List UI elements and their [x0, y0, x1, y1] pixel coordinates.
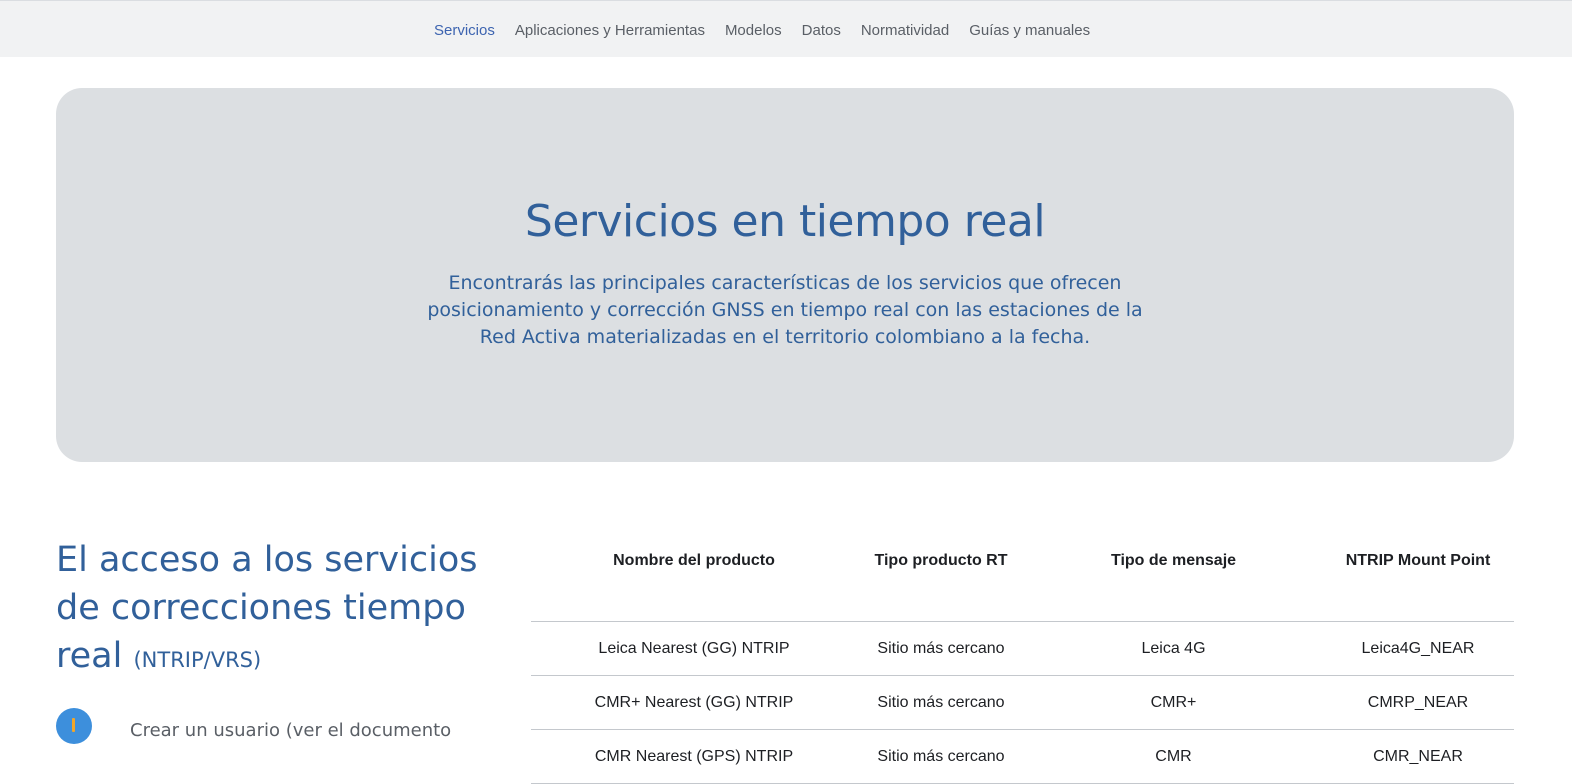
access-heading-suffix: (NTRIP/VRS) [133, 648, 262, 672]
nav-item-normatividad[interactable]: Normatividad [861, 21, 949, 41]
cell-product-name: CMR+ Nearest (GG) NTRIP [531, 675, 857, 730]
cell-rt-type: Sitio más cercano [857, 675, 1025, 730]
step-number-icon [56, 708, 92, 744]
products-table: Nombre del producto Tipo producto RT Tip… [531, 520, 1514, 784]
cell-rt-type: Sitio más cercano [857, 729, 1025, 784]
access-heading-text: El acceso a los servicios de correccione… [56, 540, 478, 676]
cell-product-name: CMR Nearest (GPS) NTRIP [531, 729, 857, 784]
cell-mount-point: Leica4G_NEAR [1322, 621, 1514, 676]
nav-item-guias[interactable]: Guías y manuales [969, 21, 1090, 41]
cell-mount-point: CMR_NEAR [1322, 729, 1514, 784]
table-row: CMR+ Nearest (GG) NTRIP Sitio más cercan… [531, 675, 1514, 730]
hero-description: Encontrarás las principales característi… [427, 272, 1143, 348]
hero-title: Servicios en tiempo real [524, 196, 1046, 247]
header-mount-point: NTRIP Mount Point [1322, 520, 1514, 622]
access-section: El acceso a los servicios de correccione… [56, 536, 486, 744]
cell-message-type: CMR+ [1025, 675, 1322, 730]
header-rt-type: Tipo producto RT [857, 520, 1025, 622]
hero-banner: Servicios en tiempo real Encontrarás las… [56, 88, 1514, 462]
table-header-row: Nombre del producto Tipo producto RT Tip… [531, 520, 1514, 622]
nav-item-modelos[interactable]: Modelos [725, 21, 782, 41]
header-product-name: Nombre del producto [531, 520, 857, 622]
step-text: Crear un usuario (ver el documento [130, 720, 452, 741]
cell-message-type: Leica 4G [1025, 621, 1322, 676]
cell-message-type: CMR [1025, 729, 1322, 784]
nav-item-datos[interactable]: Datos [802, 21, 841, 41]
top-navigation: Servicios Aplicaciones y Herramientas Mo… [0, 0, 1572, 57]
cell-product-name: Leica Nearest (GG) NTRIP [531, 621, 857, 676]
access-heading: El acceso a los servicios de correccione… [56, 536, 486, 684]
cell-rt-type: Sitio más cercano [857, 621, 1025, 676]
nav-item-servicios[interactable]: Servicios [434, 21, 495, 41]
cell-mount-point: CMRP_NEAR [1322, 675, 1514, 730]
nav-item-aplicaciones[interactable]: Aplicaciones y Herramientas [515, 21, 705, 41]
header-message-type: Tipo de mensaje [1025, 520, 1322, 622]
table-row: Leica Nearest (GG) NTRIP Sitio más cerca… [531, 621, 1514, 676]
nav-menu: Servicios Aplicaciones y Herramientas Mo… [434, 21, 1090, 41]
step-item: Crear un usuario (ver el documento [56, 708, 486, 748]
table-row: CMR Nearest (GPS) NTRIP Sitio más cercan… [531, 729, 1514, 784]
